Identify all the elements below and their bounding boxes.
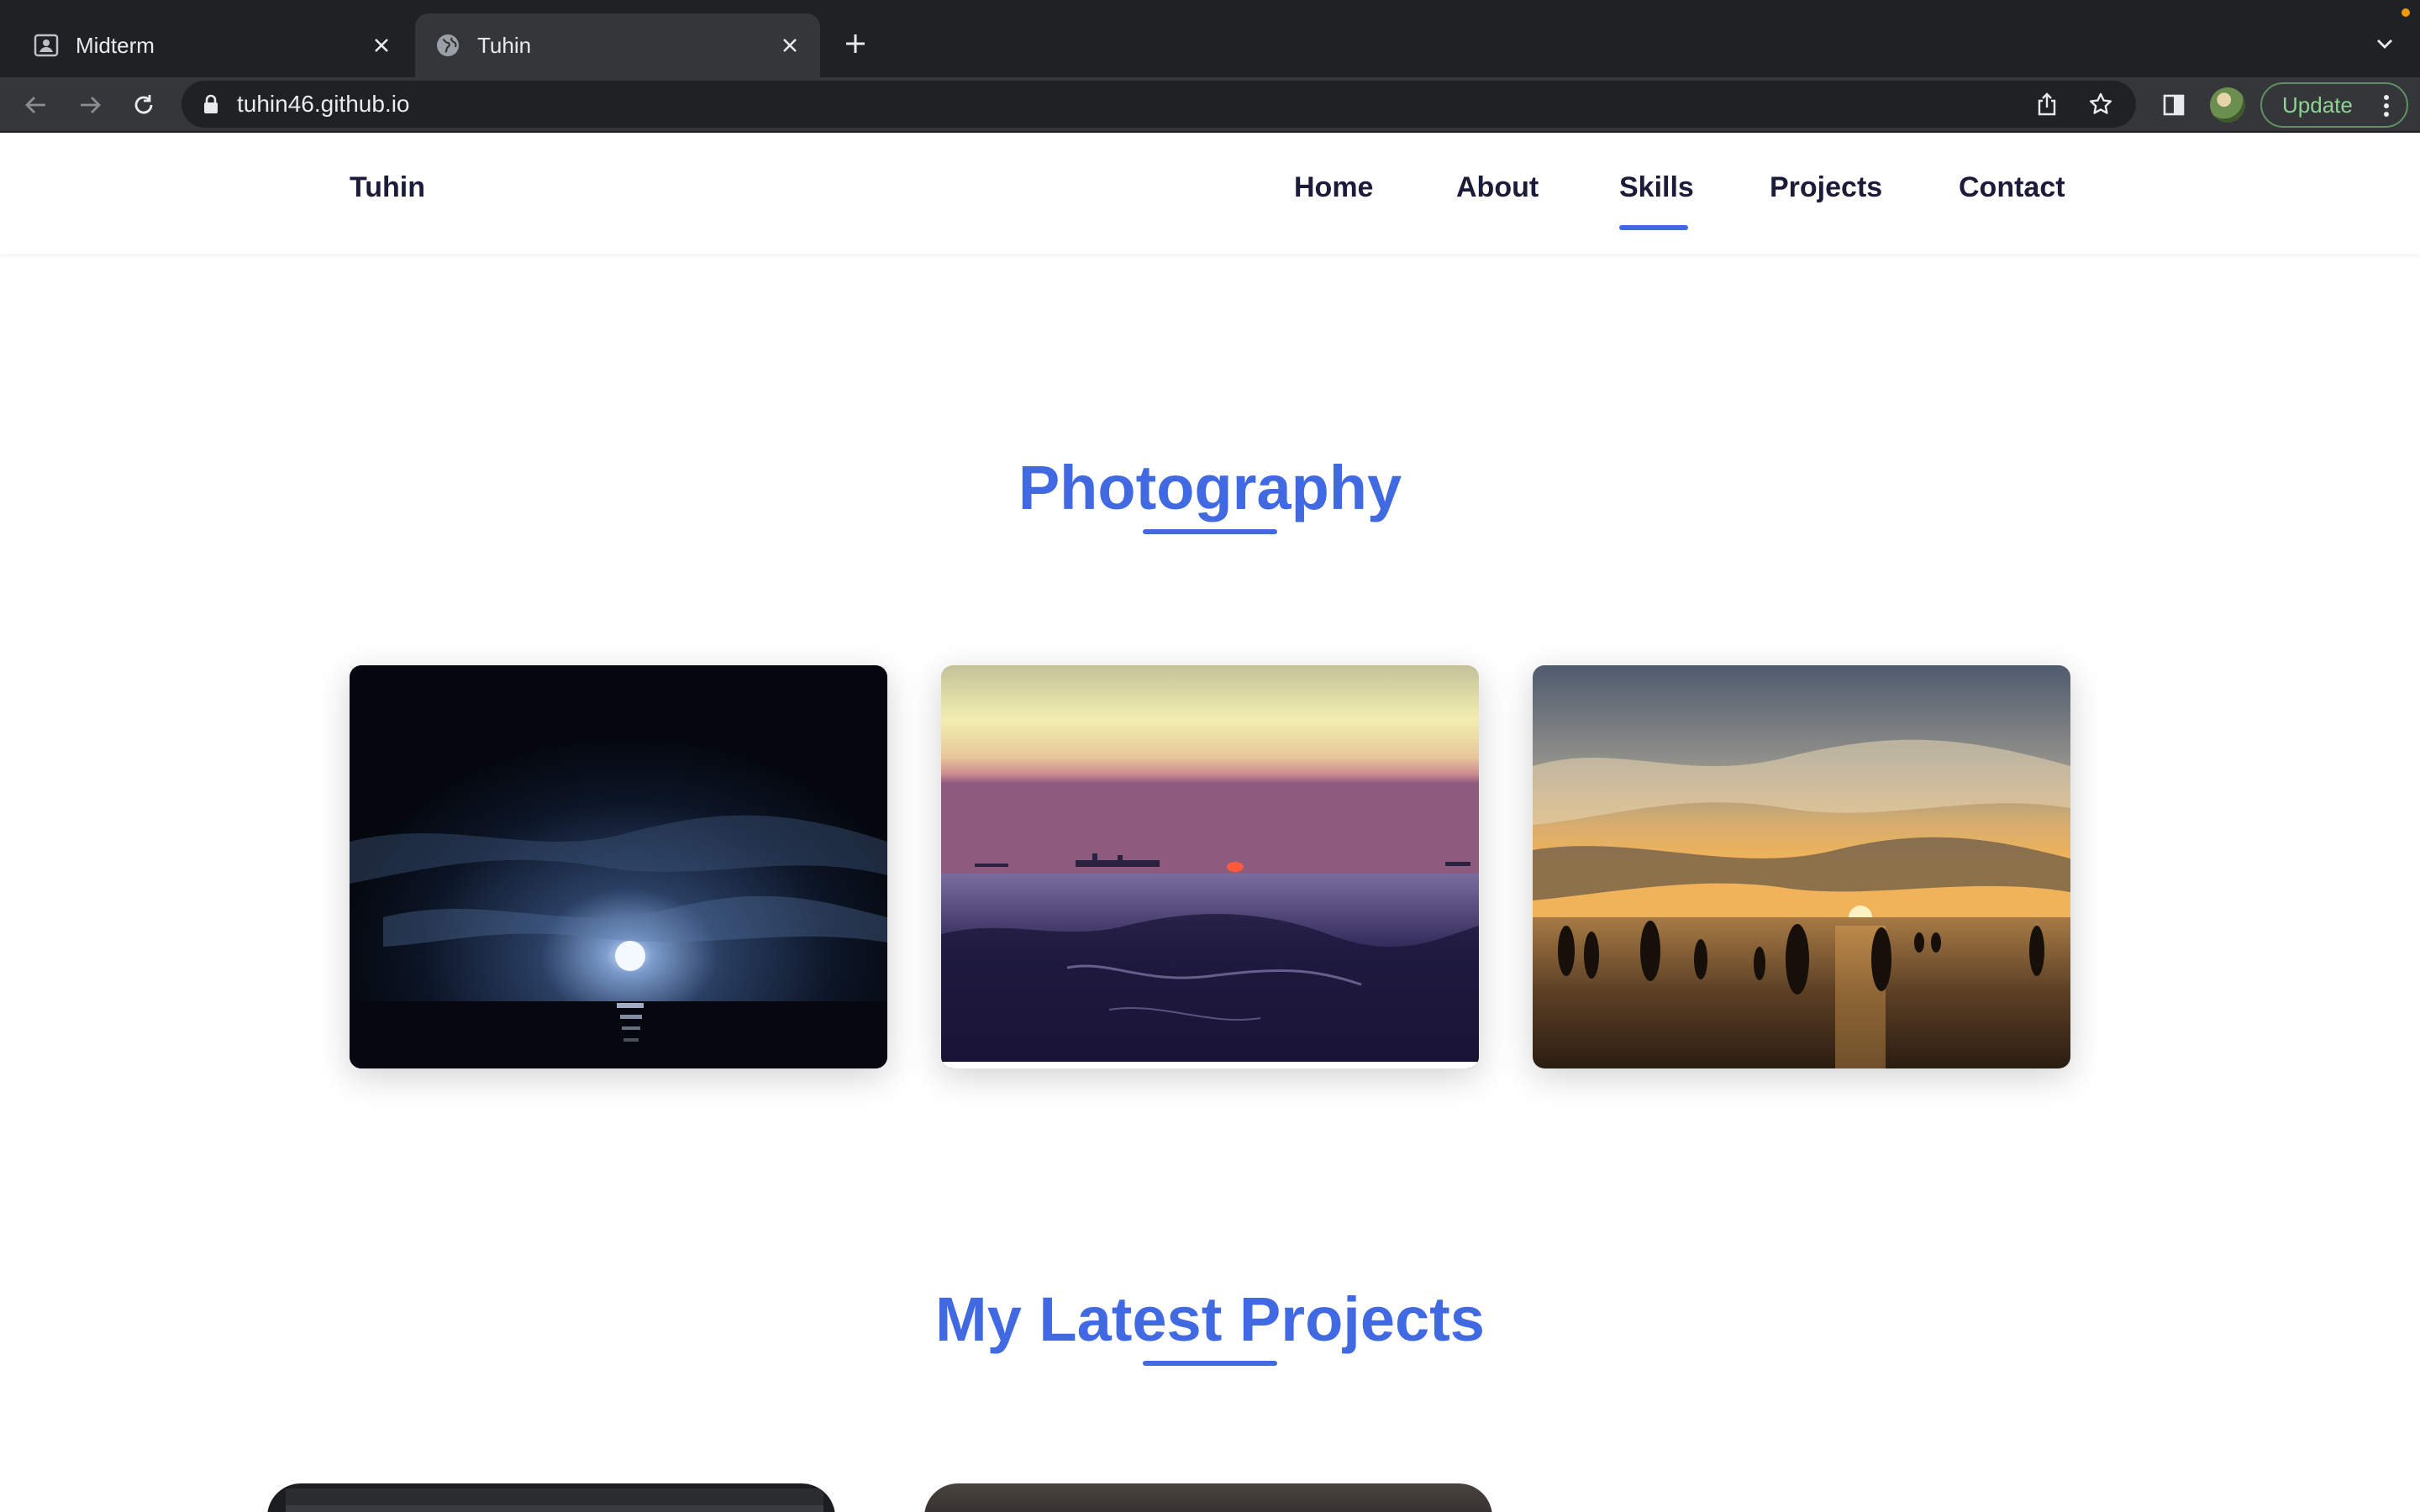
side-panel-button[interactable] xyxy=(2154,86,2193,124)
projects-title: My Latest Projects xyxy=(935,1284,1485,1354)
chevron-down-icon xyxy=(2377,39,2392,49)
site-header: Tuhin Home About Skills Projects Contact xyxy=(0,133,2420,254)
share-icon[interactable] xyxy=(2028,86,2065,123)
reload-icon xyxy=(134,95,153,114)
close-tab-icon[interactable] xyxy=(773,29,807,62)
nav-link-about[interactable]: About xyxy=(1456,171,1539,204)
back-button[interactable] xyxy=(17,86,55,124)
url-text: tuhin46.github.io xyxy=(237,91,410,117)
photography-title-underline xyxy=(1143,529,1277,534)
brand-logo-text[interactable]: Tuhin xyxy=(350,171,425,204)
tab-title: Midterm xyxy=(76,32,155,58)
bookmark-star-icon[interactable] xyxy=(2082,86,2119,123)
nav-link-skills[interactable]: Skills xyxy=(1619,171,1694,204)
update-label: Update xyxy=(2282,92,2353,118)
browser-tab-midterm[interactable]: Midterm xyxy=(13,13,412,77)
globe-icon xyxy=(435,33,460,58)
reload-button[interactable] xyxy=(124,86,163,124)
project-card-1-preview[interactable] xyxy=(267,1483,835,1512)
active-nav-indicator xyxy=(1619,225,1688,230)
sunset-ships-photo[interactable] xyxy=(941,665,1479,1068)
side-panel-icon xyxy=(2163,94,2185,116)
project-preview-address-bar xyxy=(286,1505,823,1512)
close-tab-icon[interactable] xyxy=(365,29,398,62)
project-card-2-preview[interactable] xyxy=(924,1483,1492,1512)
update-button[interactable]: Update xyxy=(2260,82,2408,128)
profile-avatar[interactable] xyxy=(2210,87,2245,123)
nav-link-projects[interactable]: Projects xyxy=(1770,171,1882,204)
notification-dot xyxy=(2402,8,2410,17)
more-menu-icon[interactable] xyxy=(2376,92,2396,119)
project-preview-browser-bar xyxy=(286,1488,823,1505)
photography-title: Photography xyxy=(1018,453,1402,522)
contact-card-icon xyxy=(34,33,59,58)
arrow-right-icon xyxy=(81,97,101,113)
address-bar[interactable]: tuhin46.github.io xyxy=(182,81,2136,128)
plus-icon xyxy=(846,34,865,53)
nav-link-home[interactable]: Home xyxy=(1294,171,1373,204)
browser-tab-tuhin[interactable]: Tuhin xyxy=(415,13,820,77)
arrow-left-icon xyxy=(25,97,45,113)
lock-icon[interactable] xyxy=(200,93,222,115)
new-tab-button[interactable] xyxy=(835,24,876,64)
projects-title-underline xyxy=(1143,1361,1277,1366)
tab-title: Tuhin xyxy=(477,32,532,58)
forward-button[interactable] xyxy=(71,86,109,124)
nav-link-contact[interactable]: Contact xyxy=(1959,171,2065,204)
browser-toolbar: tuhin46.github.io Update xyxy=(0,77,2420,133)
moonlit-sea-photo[interactable] xyxy=(350,665,887,1068)
beach-sunset-people-photo[interactable] xyxy=(1533,665,2070,1068)
tab-search-button[interactable] xyxy=(2366,25,2403,62)
browser-tab-strip: Midterm Tuhin xyxy=(0,0,2420,77)
